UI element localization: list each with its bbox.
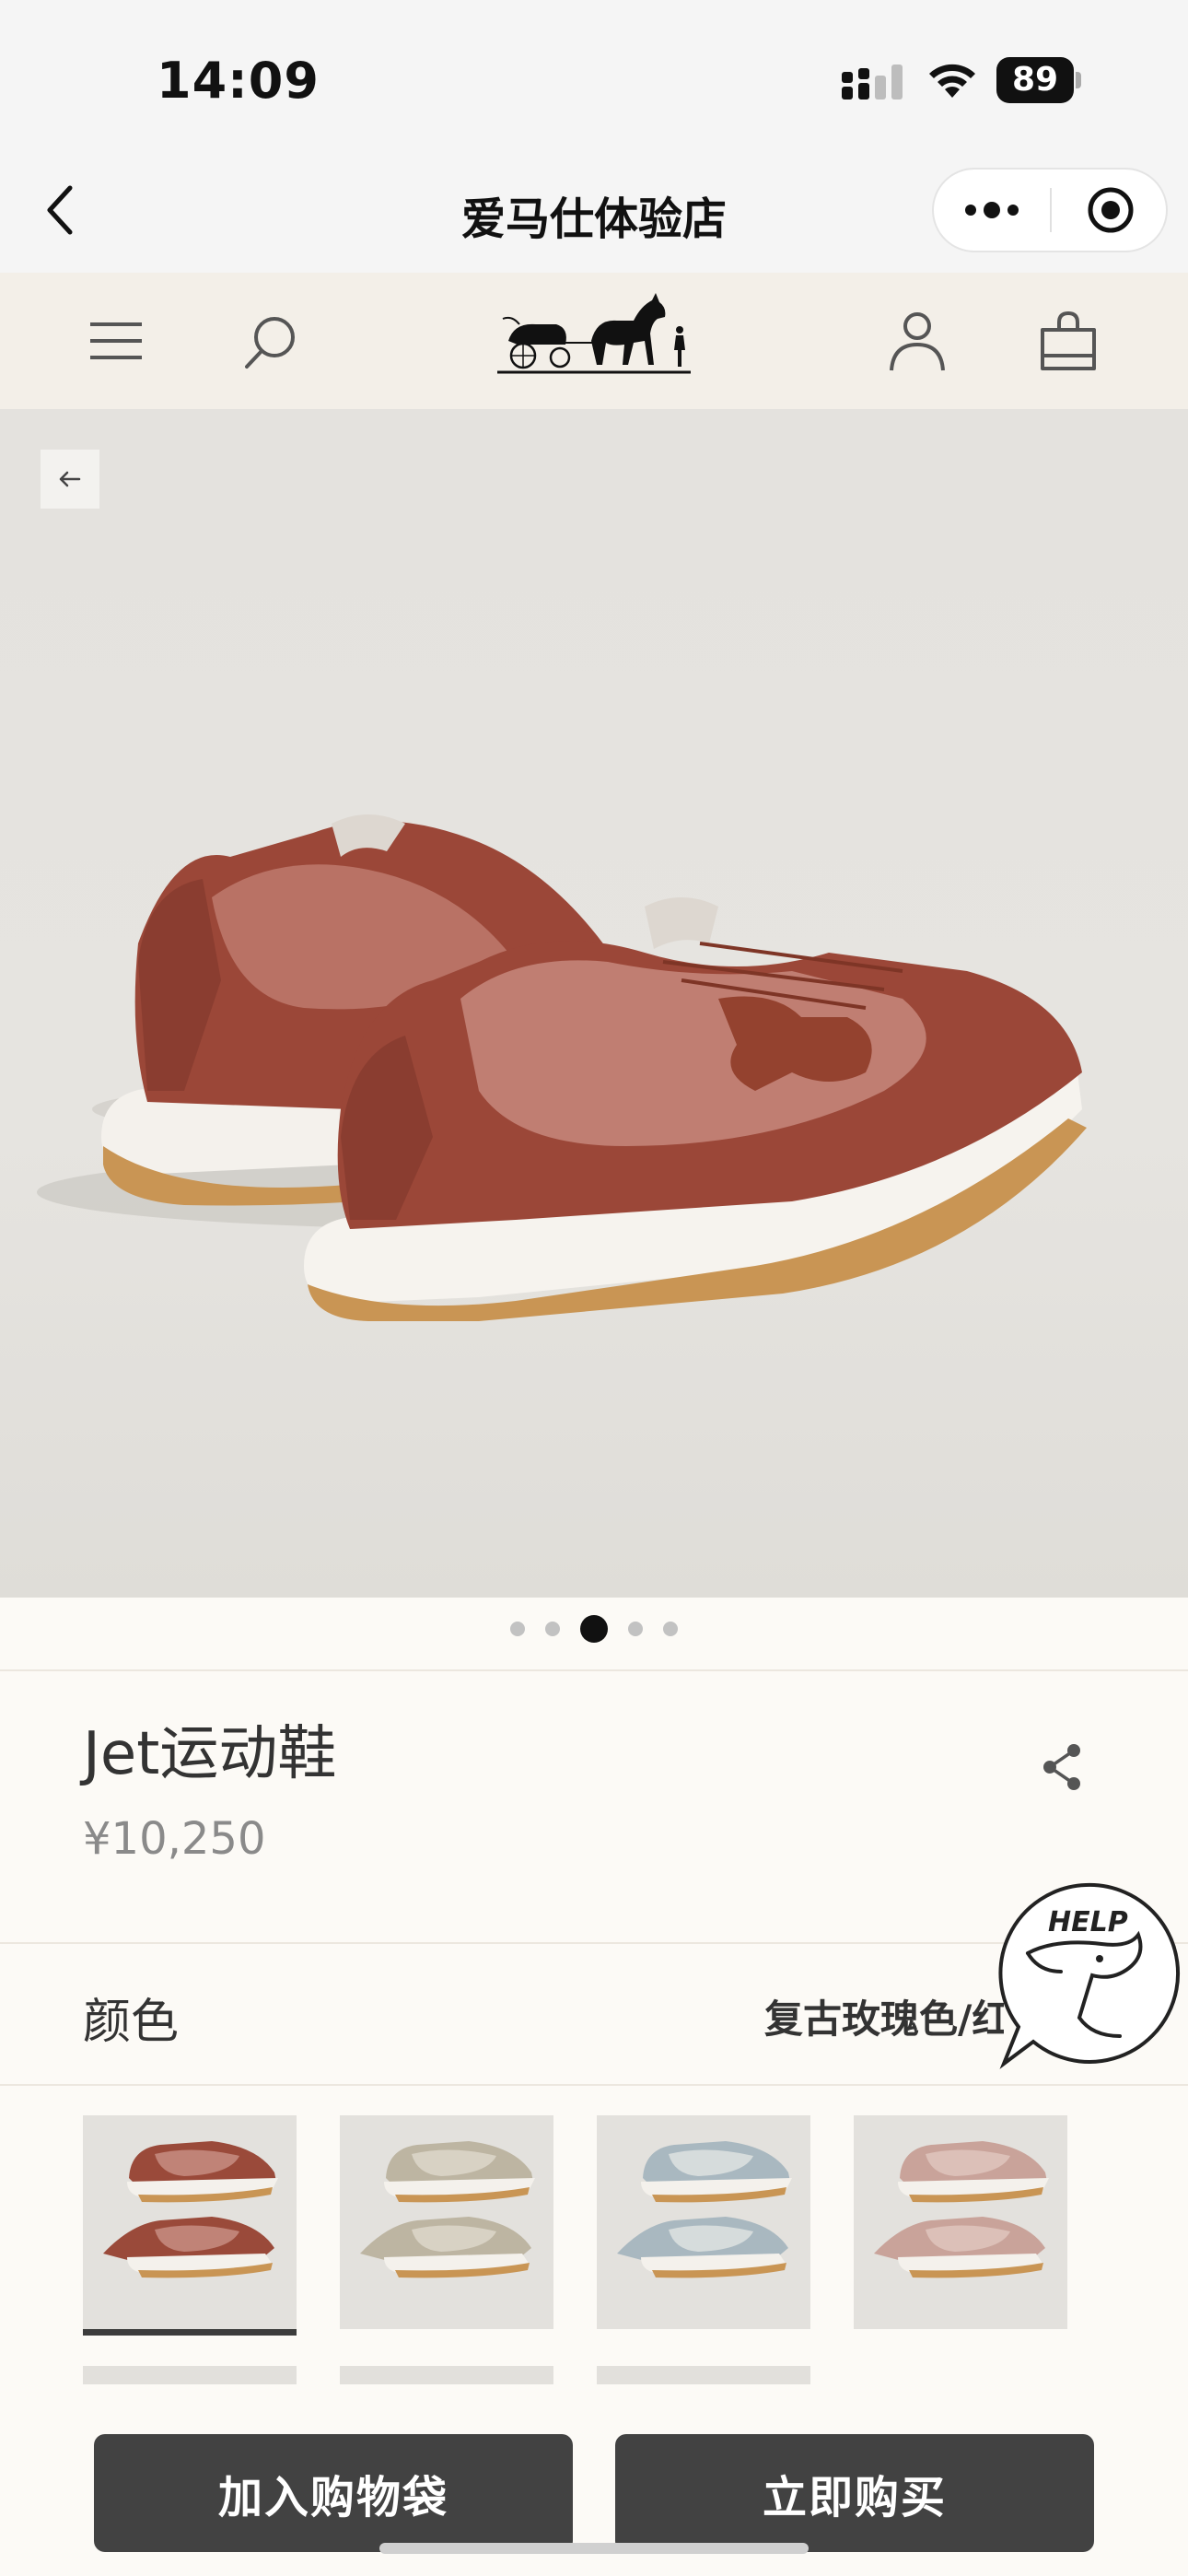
shopping-bag-icon[interactable]	[1031, 304, 1105, 378]
color-swatch-soft-pink[interactable]	[854, 2115, 1067, 2329]
buy-now-button[interactable]: 立即购买	[615, 2434, 1094, 2552]
battery-level: 89	[1011, 61, 1059, 99]
product-name: Jet运动鞋	[83, 1720, 337, 1788]
gallery-dot[interactable]	[510, 1622, 525, 1636]
close-miniprogram-button[interactable]	[1068, 175, 1153, 245]
status-time: 14:09	[157, 52, 320, 110]
swatch-sneaker-thumbnail	[360, 2141, 535, 2278]
battery-icon: 89	[996, 57, 1081, 103]
divider	[0, 1669, 1188, 1671]
gallery-pagination[interactable]	[0, 1610, 1188, 1647]
gallery-dot[interactable]	[545, 1622, 560, 1636]
menu-icon[interactable]	[79, 304, 153, 378]
swatch-sneaker-thumbnail	[617, 2141, 792, 2278]
swatch-sneaker-thumbnail	[103, 2141, 278, 2278]
swatch-next-row	[597, 2366, 810, 2384]
sneaker-illustration	[37, 814, 1087, 1321]
selected-swatch-indicator	[83, 2329, 297, 2336]
gallery-dot[interactable]	[628, 1622, 643, 1636]
divider	[0, 2084, 1188, 2086]
account-icon[interactable]	[880, 304, 954, 378]
swatch-sneaker-thumbnail	[874, 2141, 1049, 2278]
color-swatch-beige-grey[interactable]	[340, 2115, 553, 2329]
swatch-next-row	[83, 2366, 297, 2384]
capsule-divider	[1050, 188, 1052, 232]
hermes-logo[interactable]	[495, 287, 693, 376]
more-options-button[interactable]	[949, 175, 1041, 245]
color-label: 颜色	[83, 1995, 180, 2050]
color-selected-value[interactable]: 复古玫瑰色/红	[764, 1988, 1004, 2044]
help-button[interactable]: HELP	[991, 1879, 1181, 2073]
gallery-dot[interactable]	[663, 1622, 678, 1636]
swatch-next-row	[340, 2366, 553, 2384]
wifi-icon	[929, 64, 975, 98]
help-text: HELP	[1048, 1906, 1128, 1938]
product-image[interactable]	[0, 409, 1188, 1598]
add-to-bag-button[interactable]: 加入购物袋	[94, 2434, 573, 2552]
share-icon[interactable]	[1035, 1738, 1090, 1797]
arrow-left-icon	[59, 471, 81, 487]
gallery-dot[interactable]	[580, 1615, 608, 1643]
color-swatch-rust-red[interactable]	[83, 2115, 297, 2329]
home-indicator	[379, 2543, 809, 2554]
color-swatch-light-blue[interactable]	[597, 2115, 810, 2329]
cellular-signal-icon	[842, 64, 903, 100]
gallery-back-button[interactable]	[41, 450, 99, 509]
product-price: ¥10,250	[83, 1813, 266, 1865]
search-icon[interactable]	[234, 304, 308, 378]
